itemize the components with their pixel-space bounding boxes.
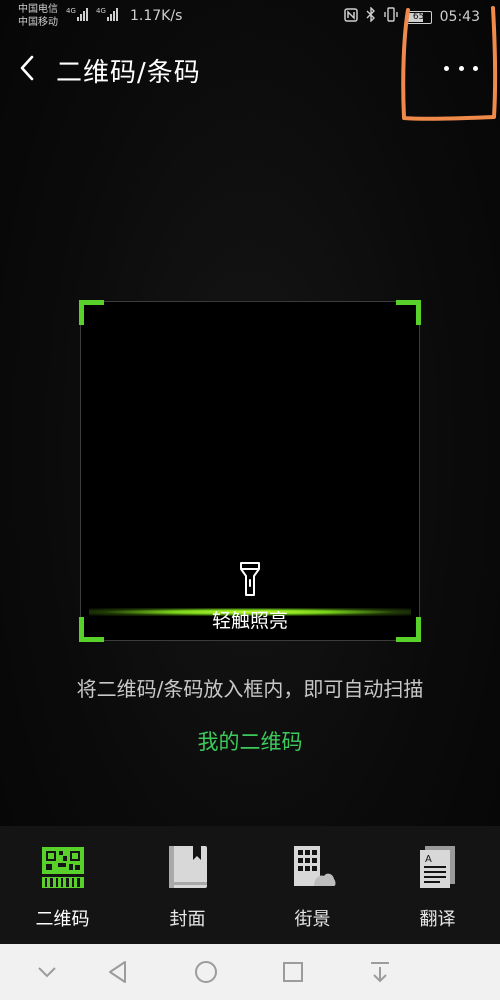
tab-street-view[interactable]: 街景	[250, 826, 375, 944]
chevron-left-icon	[20, 55, 34, 81]
nav-notifications-button[interactable]	[366, 958, 394, 986]
clock: 05:43	[439, 9, 480, 25]
flashlight-icon	[240, 562, 260, 596]
frame-corner-top-right	[396, 300, 421, 325]
battery-level: 65	[412, 11, 425, 22]
frame-corner-top-left	[79, 300, 104, 325]
qr-scanner-screen: 中国电信 中国移动 4G 4G 1.17K/s 65 05:43 二维码/条码 …	[0, 0, 500, 1000]
more-options-button[interactable]	[444, 56, 478, 80]
nav-back-button[interactable]	[104, 958, 132, 986]
my-qrcode-link[interactable]: 我的二维码	[0, 726, 500, 756]
signal-1-icon: 4G	[66, 7, 88, 21]
tab-label-translate: 翻译	[419, 909, 456, 930]
nav-hide-button[interactable]	[33, 958, 61, 986]
page-title: 二维码/条码	[56, 58, 201, 88]
status-right-group: 65 05:43	[343, 6, 480, 27]
circle-home-icon	[195, 961, 217, 983]
qrcode-icon	[42, 847, 84, 888]
pull-down-icon	[371, 962, 389, 983]
bottom-tab-bar: 二维码 封面 街景 A 翻译	[0, 826, 500, 944]
flashlight-label[interactable]: 轻触照亮	[81, 606, 419, 633]
back-button[interactable]	[14, 50, 44, 86]
scan-frame: 轻触照亮	[79, 300, 421, 642]
tab-translate[interactable]: A 翻译	[375, 826, 500, 944]
network-type-2: 4G	[96, 7, 106, 15]
more-dot-icon	[444, 65, 449, 71]
triangle-back-icon	[109, 961, 126, 983]
carrier-1: 中国电信	[18, 4, 58, 15]
street-view-icon	[294, 846, 336, 886]
nfc-icon	[343, 7, 358, 27]
svg-text:A: A	[425, 854, 432, 865]
nav-home-button[interactable]	[192, 958, 220, 986]
tab-label-book-cover: 封面	[169, 909, 206, 930]
app-header: 二维码/条码	[0, 36, 500, 100]
signal-2-icon: 4G	[96, 7, 118, 21]
square-recents-icon	[283, 962, 303, 982]
status-bar: 中国电信 中国移动 4G 4G 1.17K/s 65 05:43	[0, 0, 500, 36]
bluetooth-icon	[366, 6, 376, 27]
network-speed: 1.17K/s	[130, 8, 183, 24]
system-nav-bar	[0, 944, 500, 1000]
battery-icon: 65	[405, 10, 432, 24]
tab-label-street-view: 街景	[294, 909, 331, 930]
tab-qrcode[interactable]: 二维码	[0, 826, 125, 944]
network-type-1: 4G	[66, 7, 76, 15]
flashlight-button[interactable]	[236, 560, 264, 598]
tab-label-qrcode: 二维码	[35, 909, 90, 930]
scan-hint: 将二维码/条码放入框内，即可自动扫描	[76, 677, 424, 701]
more-dot-icon	[473, 65, 478, 71]
chevron-down-icon	[38, 967, 56, 978]
more-dot-icon	[458, 65, 464, 71]
translate-icon: A	[420, 846, 455, 888]
carrier-2: 中国移动	[18, 17, 58, 28]
vibrate-icon	[383, 7, 398, 27]
book-cover-icon	[169, 846, 207, 888]
carrier-names: 中国电信 中国移动	[18, 3, 58, 29]
tab-book-cover[interactable]: 封面	[125, 826, 250, 944]
nav-recents-button[interactable]	[279, 958, 307, 986]
